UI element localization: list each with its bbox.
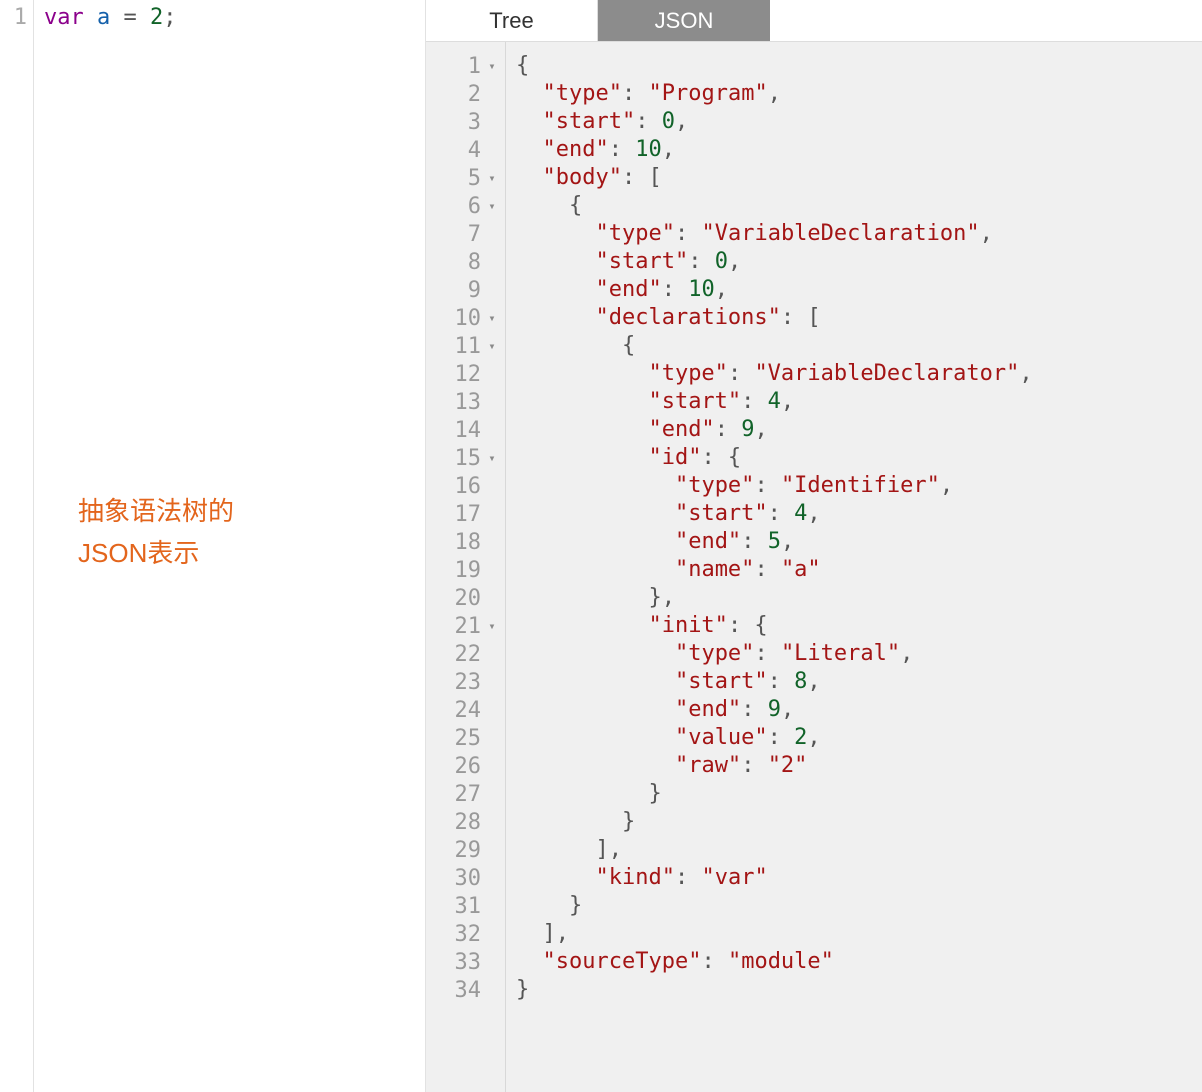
json-line: "type": "Identifier", xyxy=(516,472,1202,500)
json-line: "end": 10, xyxy=(516,136,1202,164)
json-line-number: 18 xyxy=(426,528,505,556)
json-line-number: 16 xyxy=(426,472,505,500)
json-line-number: 5▾ xyxy=(426,164,505,192)
source-gutter: 1 xyxy=(0,0,34,1092)
json-line-number: 22 xyxy=(426,640,505,668)
fold-icon[interactable]: ▾ xyxy=(485,199,499,213)
json-line: "start": 0, xyxy=(516,248,1202,276)
json-line: { xyxy=(516,332,1202,360)
json-line-number: 17 xyxy=(426,500,505,528)
json-line-number: 27 xyxy=(426,780,505,808)
json-line-number: 34 xyxy=(426,976,505,1004)
json-line-number: 20 xyxy=(426,584,505,612)
json-line-number: 11▾ xyxy=(426,332,505,360)
json-line: "id": { xyxy=(516,444,1202,472)
json-line: "kind": "var" xyxy=(516,864,1202,892)
json-line: ], xyxy=(516,920,1202,948)
json-line: "end": 9, xyxy=(516,416,1202,444)
source-code-area[interactable]: var a = 2; xyxy=(0,0,425,32)
fold-icon[interactable]: ▾ xyxy=(485,339,499,353)
json-line: } xyxy=(516,780,1202,808)
json-line: "body": [ xyxy=(516,164,1202,192)
json-viewer: 1▾2345▾6▾78910▾11▾12131415▾161718192021▾… xyxy=(426,42,1202,1092)
json-line: { xyxy=(516,52,1202,80)
tab-tree[interactable]: Tree xyxy=(426,0,598,41)
json-line: }, xyxy=(516,584,1202,612)
json-line: ], xyxy=(516,836,1202,864)
json-line: "value": 2, xyxy=(516,724,1202,752)
json-line: "declarations": [ xyxy=(516,304,1202,332)
json-line: "init": { xyxy=(516,612,1202,640)
json-line-number: 13 xyxy=(426,388,505,416)
json-line-number: 25 xyxy=(426,724,505,752)
json-line: "end": 9, xyxy=(516,696,1202,724)
json-line: "sourceType": "module" xyxy=(516,948,1202,976)
number-token: 2 xyxy=(150,5,163,30)
json-line-number: 14 xyxy=(426,416,505,444)
json-line: "raw": "2" xyxy=(516,752,1202,780)
json-line-number: 26 xyxy=(426,752,505,780)
json-line: } xyxy=(516,892,1202,920)
json-line: } xyxy=(516,808,1202,836)
json-line-number: 15▾ xyxy=(426,444,505,472)
fold-icon[interactable]: ▾ xyxy=(485,311,499,325)
annotation-line2: JSON表示 xyxy=(78,532,234,574)
json-line-number: 12 xyxy=(426,360,505,388)
punctuation-token: ; xyxy=(163,5,176,30)
json-line: "type": "Program", xyxy=(516,80,1202,108)
json-line-number: 30 xyxy=(426,864,505,892)
annotation-label: 抽象语法树的 JSON表示 xyxy=(78,490,234,574)
identifier-token: a xyxy=(97,5,110,30)
json-line-number: 29 xyxy=(426,836,505,864)
json-line-number: 8 xyxy=(426,248,505,276)
json-line-number: 9 xyxy=(426,276,505,304)
json-line-number: 21▾ xyxy=(426,612,505,640)
json-line-number: 31 xyxy=(426,892,505,920)
json-gutter: 1▾2345▾6▾78910▾11▾12131415▾161718192021▾… xyxy=(426,42,506,1092)
source-line-number: 1 xyxy=(0,4,27,32)
ast-output-pane: Tree JSON 1▾2345▾6▾78910▾11▾12131415▾161… xyxy=(426,0,1202,1092)
fold-icon[interactable]: ▾ xyxy=(485,619,499,633)
json-line: { xyxy=(516,192,1202,220)
keyword-token: var xyxy=(44,5,84,30)
json-line-number: 1▾ xyxy=(426,52,505,80)
json-line-number: 28 xyxy=(426,808,505,836)
json-line: "type": "Literal", xyxy=(516,640,1202,668)
json-line: "start": 4, xyxy=(516,388,1202,416)
json-line-number: 32 xyxy=(426,920,505,948)
json-line: "start": 4, xyxy=(516,500,1202,528)
fold-icon[interactable]: ▾ xyxy=(485,451,499,465)
json-line-number: 23 xyxy=(426,668,505,696)
fold-icon[interactable]: ▾ xyxy=(485,59,499,73)
operator-token: = xyxy=(124,5,137,30)
fold-icon[interactable]: ▾ xyxy=(485,171,499,185)
json-line: "start": 0, xyxy=(516,108,1202,136)
json-line: "end": 10, xyxy=(516,276,1202,304)
source-editor-pane: 1 var a = 2; 抽象语法树的 JSON表示 xyxy=(0,0,426,1092)
json-line-number: 33 xyxy=(426,948,505,976)
json-line: "end": 5, xyxy=(516,528,1202,556)
json-code-area[interactable]: { "type": "Program", "start": 0, "end": … xyxy=(506,42,1202,1092)
json-line-number: 2 xyxy=(426,80,505,108)
json-line-number: 4 xyxy=(426,136,505,164)
json-line-number: 7 xyxy=(426,220,505,248)
tab-json[interactable]: JSON xyxy=(598,0,770,41)
json-line-number: 6▾ xyxy=(426,192,505,220)
json-line: } xyxy=(516,976,1202,1004)
annotation-line1: 抽象语法树的 xyxy=(78,490,234,532)
json-line-number: 10▾ xyxy=(426,304,505,332)
json-line: "start": 8, xyxy=(516,668,1202,696)
json-line: "name": "a" xyxy=(516,556,1202,584)
output-tabs: Tree JSON xyxy=(426,0,1202,42)
json-line-number: 24 xyxy=(426,696,505,724)
json-line: "type": "VariableDeclaration", xyxy=(516,220,1202,248)
json-line-number: 3 xyxy=(426,108,505,136)
json-line: "type": "VariableDeclarator", xyxy=(516,360,1202,388)
json-line-number: 19 xyxy=(426,556,505,584)
